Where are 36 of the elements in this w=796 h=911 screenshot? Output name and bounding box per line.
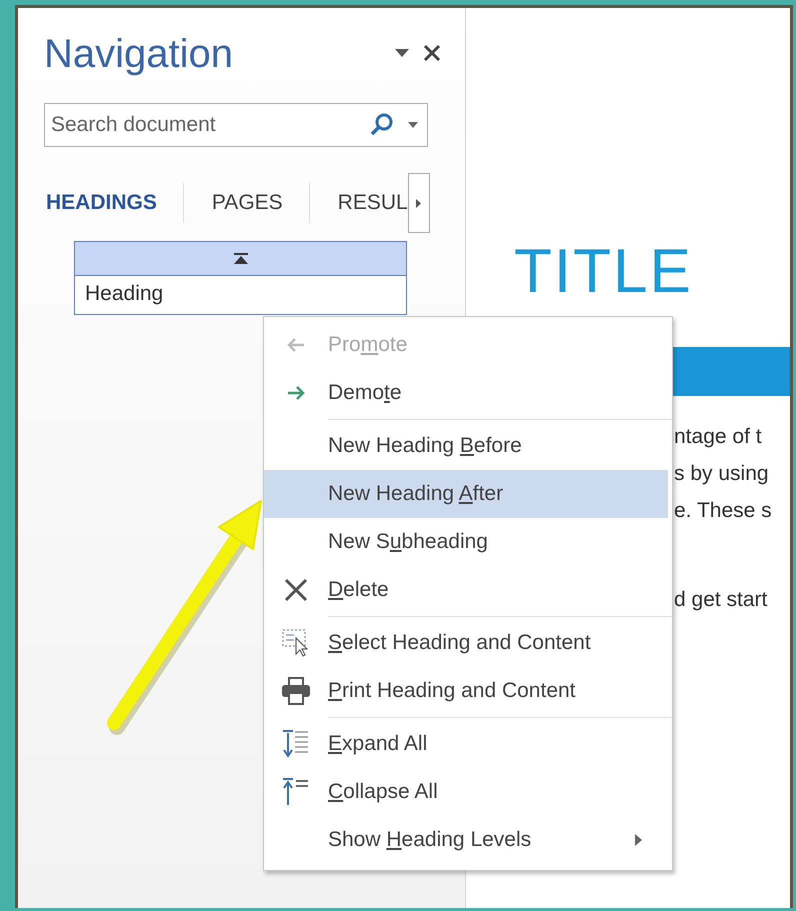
tab[interactable]: PAGES bbox=[210, 183, 283, 223]
close-icon bbox=[283, 577, 309, 603]
menu-item[interactable]: New Heading After bbox=[264, 470, 668, 518]
dropdown-icon[interactable] bbox=[395, 49, 409, 57]
search-field[interactable]: Search document bbox=[44, 103, 428, 147]
search-icon[interactable] bbox=[370, 113, 394, 137]
text-line: ntage of t bbox=[674, 424, 763, 450]
tab[interactable]: HEADINGS bbox=[44, 183, 157, 223]
text-line: s by using bbox=[674, 461, 770, 487]
menu-item[interactable]: Delete bbox=[264, 566, 668, 614]
text-line: d get start bbox=[674, 587, 768, 613]
close-icon[interactable] bbox=[423, 44, 441, 62]
menu-item[interactable]: Collapse All bbox=[264, 768, 668, 816]
collapse-all-icon bbox=[282, 777, 310, 807]
document-title: TITLE bbox=[514, 236, 694, 307]
select-content-icon bbox=[282, 628, 310, 658]
dropdown-icon[interactable] bbox=[408, 122, 418, 128]
menu-item[interactable]: New Subheading bbox=[264, 518, 668, 566]
menu-item[interactable]: Select Heading and Content bbox=[264, 619, 668, 667]
menu-item[interactable]: Print Heading and Content bbox=[264, 667, 668, 715]
text-line: e. These s bbox=[674, 498, 773, 524]
submenu-arrow-icon bbox=[635, 834, 642, 846]
arrow-left-icon bbox=[287, 338, 305, 352]
collapse-button[interactable] bbox=[75, 242, 406, 276]
heading-item[interactable]: Heading bbox=[75, 276, 406, 314]
collapse-icon bbox=[234, 252, 248, 264]
menu-item[interactable]: Expand All bbox=[264, 720, 668, 768]
caret-icon bbox=[416, 198, 422, 208]
menu-item[interactable]: New Heading Before bbox=[264, 422, 668, 470]
menu-item[interactable]: Demote bbox=[264, 369, 668, 417]
printer-icon bbox=[281, 677, 311, 705]
expand-all-icon bbox=[282, 729, 310, 759]
pane-title: Navigation bbox=[44, 32, 234, 77]
menu-item[interactable]: Show Heading Levels bbox=[264, 816, 668, 864]
arrow-right-icon bbox=[287, 386, 305, 400]
tab[interactable]: RESUL bbox=[336, 183, 408, 223]
